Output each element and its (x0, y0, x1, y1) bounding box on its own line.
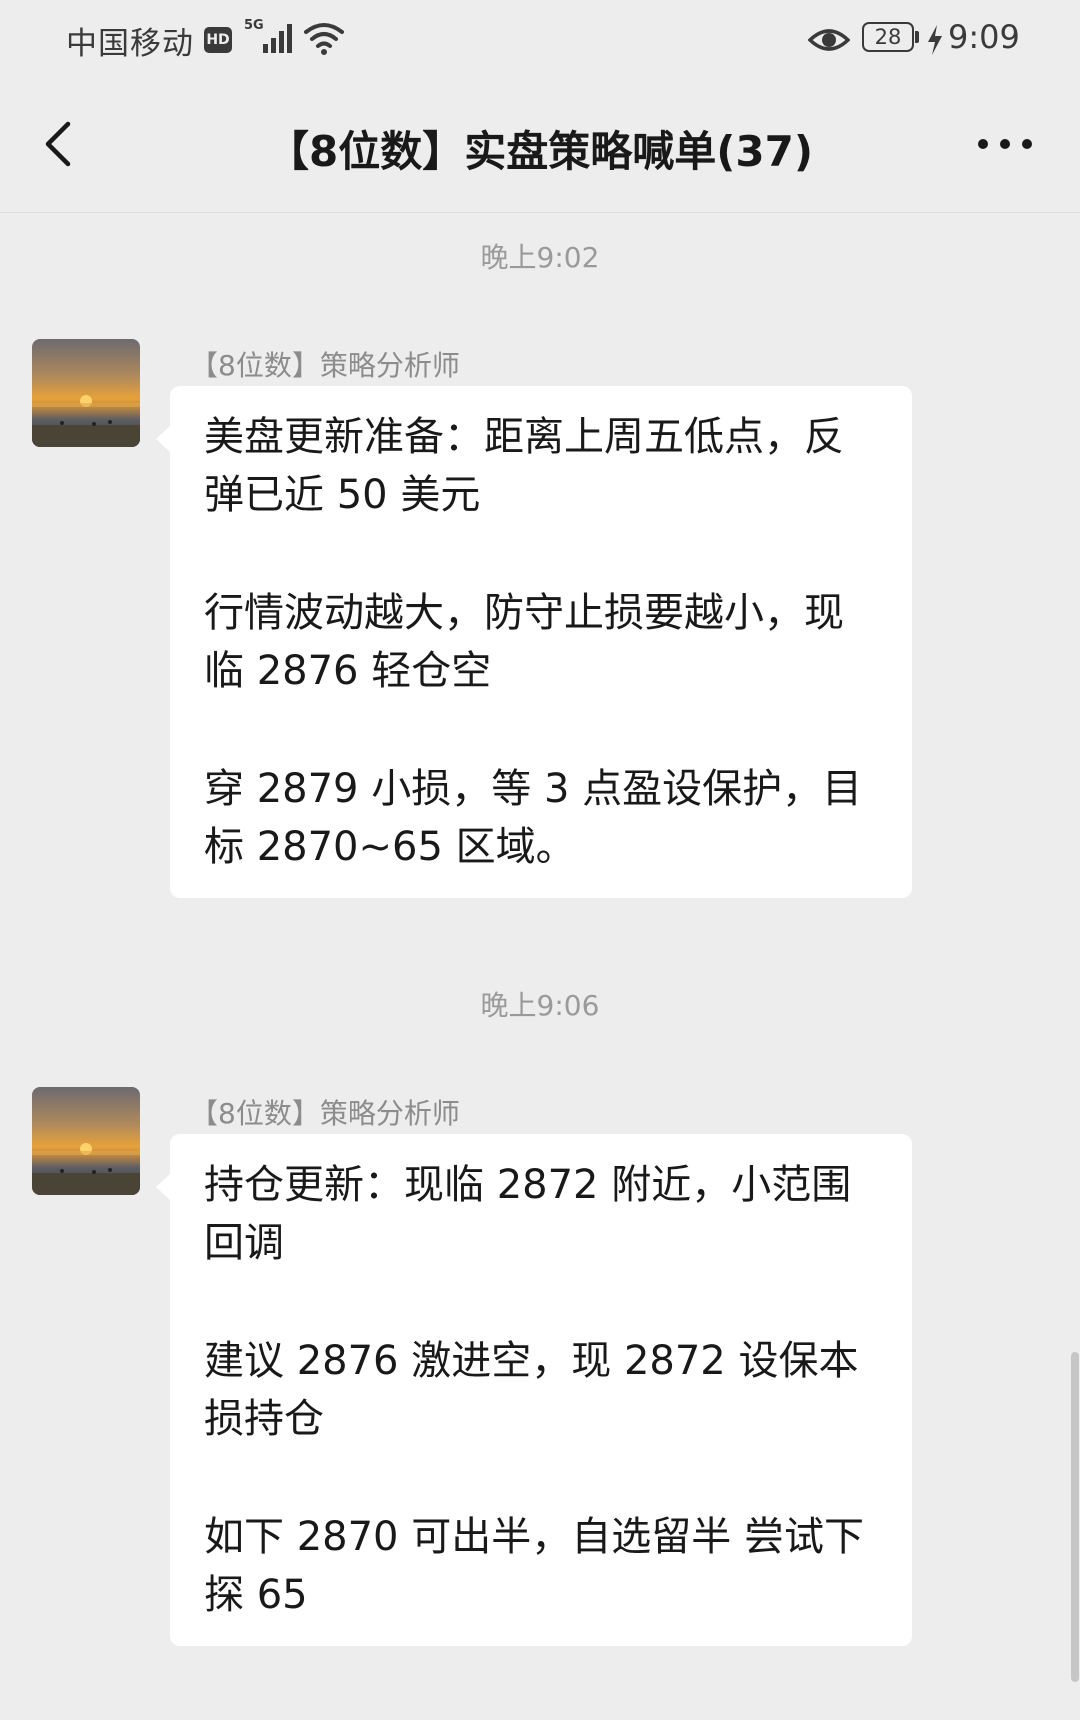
sunset-avatar-icon (32, 1087, 140, 1195)
battery-level: 28 (862, 22, 914, 52)
avatar[interactable] (32, 339, 140, 447)
hd-badge: HD (204, 27, 232, 53)
message-text: 持仓更新：现临 2872 附近，小范围回调 (204, 1162, 852, 1266)
page-title: 【8位数】实盘策略喊单(37) (266, 127, 814, 176)
message-bubble[interactable]: 美盘更新准备：距离上周五低点，反弹已近 50 美元 行情波动越大，防守止损要越小… (156, 386, 912, 898)
eye-icon (808, 29, 850, 51)
sender-name: 【8位数】策略分析师 (190, 1097, 460, 1130)
chat-header: 【8位数】实盘策略喊单(37) (0, 84, 1080, 213)
status-bar: 中国移动 HD 5G 28 9:09 (0, 0, 1080, 84)
wifi-icon (304, 23, 344, 55)
status-time: 9:09 (948, 18, 1020, 56)
message-timestamp: 晚上9:06 (480, 989, 600, 1022)
network-type: 5G (244, 18, 264, 33)
chevron-left-icon[interactable] (30, 114, 90, 174)
avatar[interactable] (32, 1087, 140, 1195)
message-bubble[interactable]: 持仓更新：现临 2872 附近，小范围回调 建议 2876 激进空，现 2872… (156, 1134, 912, 1646)
charging-icon (928, 25, 942, 55)
message-timestamp: 晚上9:02 (480, 241, 600, 274)
message-text: 如下 2870 可出半，自选留半 尝试下探 65 (204, 1514, 864, 1618)
carrier-name: 中国移动 (66, 26, 194, 62)
signal-icon (263, 24, 292, 53)
sunset-avatar-icon (32, 339, 140, 447)
message-text: 行情波动越大，防守止损要越小，现临 2876 轻仓空 (204, 590, 844, 694)
scrollbar[interactable] (1071, 1352, 1079, 1682)
message-text: 穿 2879 小损，等 3 点盈设保护，目标 2870~65 区域。 (204, 766, 863, 870)
message-text: 美盘更新准备：距离上周五低点，反弹已近 50 美元 (204, 414, 844, 518)
more-dots-icon[interactable] (970, 114, 1040, 174)
chat-screen: 中国移动 HD 5G 28 9:09 【8位数】实盘策略喊单(37) 晚上9:0… (0, 0, 1080, 1720)
message-text: 建议 2876 激进空，现 2872 设保本损持仓 (204, 1338, 859, 1442)
sender-name: 【8位数】策略分析师 (190, 349, 460, 382)
battery-icon: 28 (862, 22, 920, 54)
